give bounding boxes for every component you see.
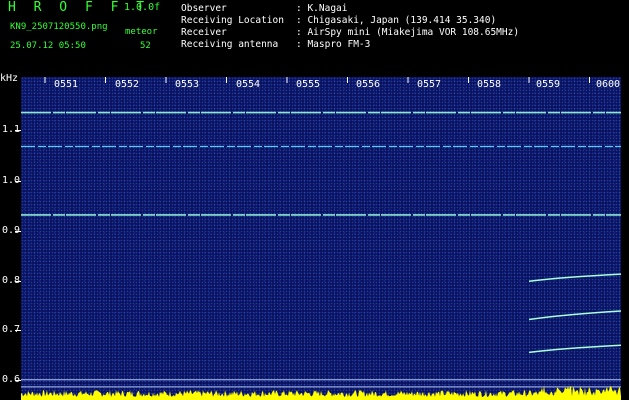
time-tick-0556: 0556 <box>356 79 381 90</box>
freq-tickmark-0-7 <box>15 330 21 331</box>
info-label-receiver: Receiver <box>181 27 227 38</box>
file-name: KN9_2507120550.png <box>10 22 108 32</box>
time-tick-0554: 0554 <box>236 79 261 90</box>
datetime-label: 25.07.12 05:50 <box>10 41 86 51</box>
meteor-echo <box>528 310 621 321</box>
meteor-echo <box>528 273 621 282</box>
y-axis-unit: kHz <box>0 73 19 84</box>
freq-tickmark-1-1 <box>15 130 21 131</box>
time-tick-0559: 0559 <box>536 79 561 90</box>
freq-tickmark-0-9 <box>15 231 21 232</box>
info-value-observer: : K.Nagai <box>296 3 348 14</box>
time-tick-0553: 0553 <box>175 79 200 90</box>
mode-label: meteor <box>125 27 158 37</box>
count-label: 52 <box>140 41 151 51</box>
time-tick-0555: 0555 <box>296 79 321 90</box>
time-tick-0557: 0557 <box>417 79 442 90</box>
freq-tickmark-0-8 <box>15 281 21 282</box>
version-label: 1.0.0f <box>124 2 161 13</box>
spectrogram-overlay <box>21 77 621 400</box>
freq-tickmark-1-0 <box>15 181 21 182</box>
freq-tickmark-0-6 <box>15 380 21 381</box>
info-label-antenna: Receiving antenna <box>181 39 279 50</box>
info-value-location: : Chigasaki, Japan (139.414 35.340) <box>296 15 497 26</box>
info-label-observer: Observer <box>181 3 227 14</box>
time-tick-0558: 0558 <box>477 79 502 90</box>
time-tick-0600: 0600 <box>596 79 621 90</box>
info-value-antenna: : Maspro FM-3 <box>296 39 371 50</box>
meteor-echo <box>528 344 621 354</box>
info-label-location: Receiving Location <box>181 15 284 26</box>
noise-baseline <box>21 385 621 400</box>
info-value-receiver: : AirSpy mini (Miakejima VOR 108.65MHz) <box>296 27 520 38</box>
time-tick-0551: 0551 <box>54 79 79 90</box>
time-tick-0552: 0552 <box>115 79 140 90</box>
